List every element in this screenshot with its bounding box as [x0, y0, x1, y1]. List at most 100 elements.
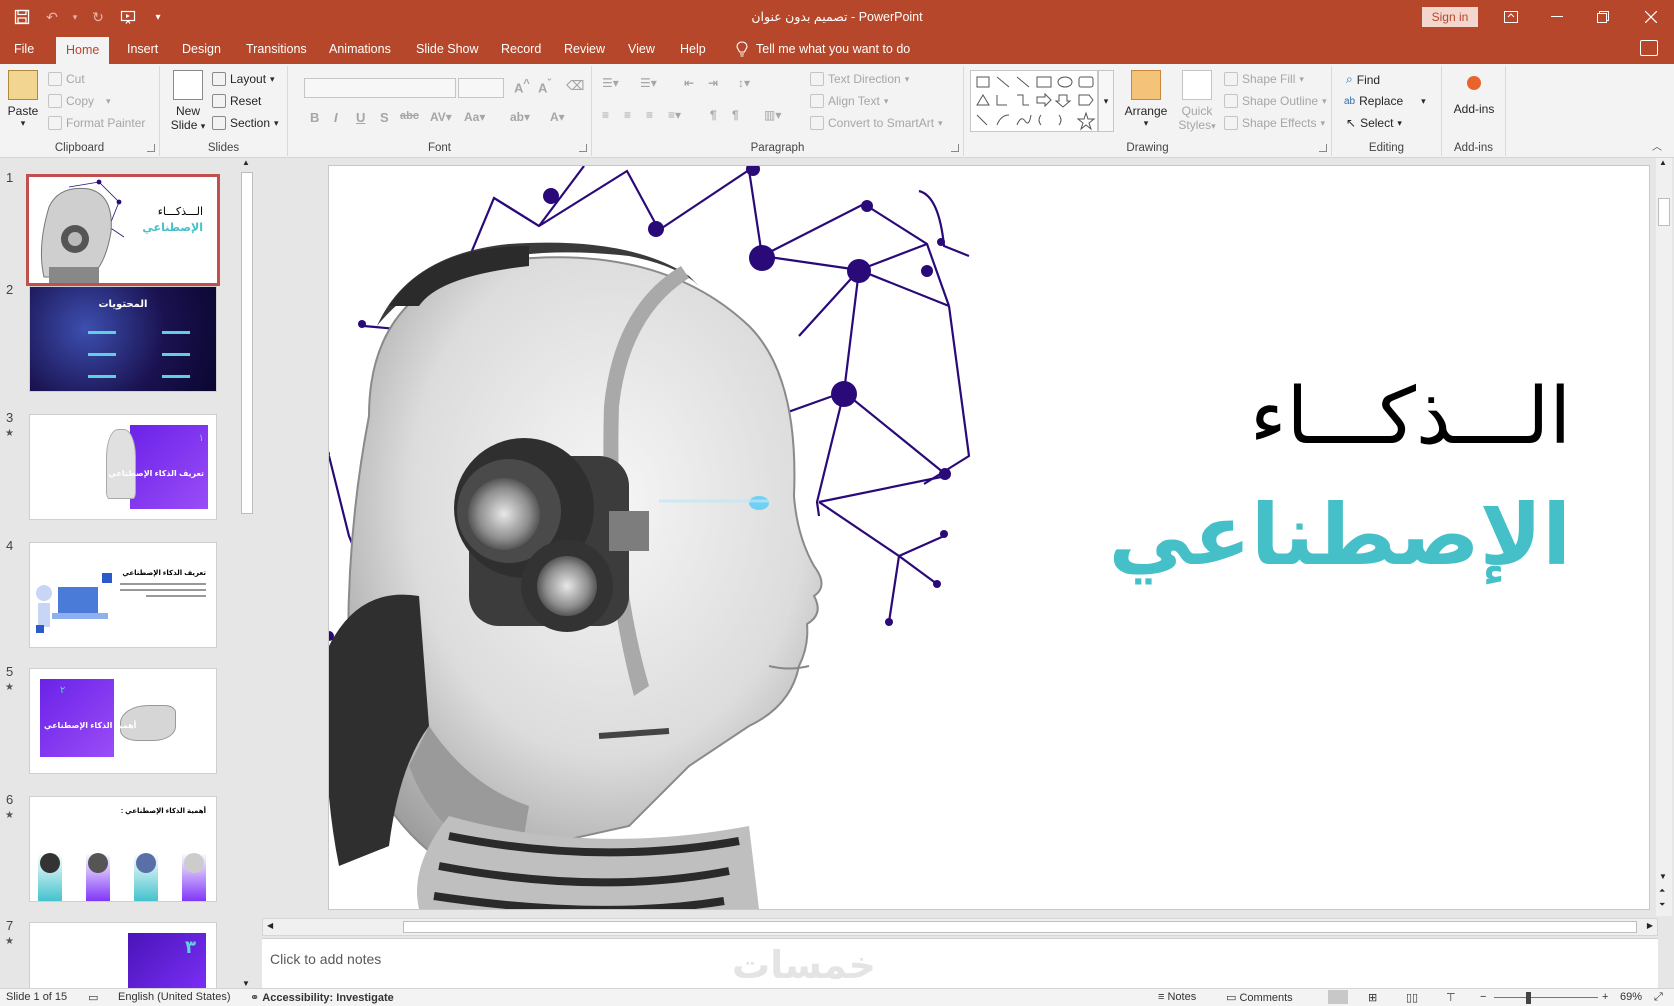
format-painter-button[interactable]: Format Painter [48, 116, 145, 130]
drawing-dialog-launcher[interactable] [1319, 144, 1327, 152]
text-direction-button[interactable]: Text Direction ▾ [810, 72, 909, 86]
slide-thumbnail-7[interactable]: ٣ [29, 922, 217, 988]
font-name-combo[interactable] [304, 78, 456, 98]
slide-horizontal-scrollbar[interactable]: ◀ ▶ [262, 918, 1658, 936]
slide-thumbnail-5[interactable]: ٢ أهمية الذكاء الإصطناعي [29, 668, 217, 774]
tab-home[interactable]: Home [56, 37, 110, 64]
tell-me-search[interactable]: Tell me what you want to do [736, 34, 910, 64]
tab-view[interactable]: View [618, 34, 665, 64]
addins-button[interactable]: Add-ins [1446, 72, 1502, 116]
comments-icon[interactable] [1640, 40, 1658, 56]
numbering-icon[interactable]: ☰▾ [640, 76, 657, 90]
shape-effects-button[interactable]: Shape Effects ▾ [1224, 116, 1325, 130]
zoom-slider[interactable] [1494, 997, 1598, 998]
slide-vertical-scrollbar[interactable]: ▲ ▼ ⏶ ⏷ [1656, 158, 1672, 916]
paste-button[interactable]: Paste ▾ [6, 70, 40, 129]
accessibility-status[interactable]: ⚭ Accessibility: Investigate [250, 991, 394, 1004]
shape-outline-button[interactable]: Shape Outline ▾ [1224, 94, 1327, 108]
restore-icon[interactable] [1580, 0, 1626, 34]
thumbnail-scroll-thumb[interactable] [241, 172, 253, 514]
line-spacing-icon[interactable]: ↕▾ [738, 76, 750, 90]
shape-fill-button[interactable]: Shape Fill ▾ [1224, 72, 1304, 86]
paragraph-dialog-launcher[interactable] [951, 144, 959, 152]
align-right-icon[interactable]: ≡ [646, 108, 653, 122]
clipboard-dialog-launcher[interactable] [147, 144, 155, 152]
font-color-icon[interactable]: A▾ [550, 110, 565, 124]
slide-scroll-thumb[interactable] [1658, 198, 1670, 226]
tab-insert[interactable]: Insert [117, 34, 168, 64]
language-indicator[interactable]: English (United States) [118, 991, 231, 1003]
notes-pane[interactable]: Click to add notes خمسات [262, 938, 1658, 988]
scroll-up-arrow-icon[interactable]: ▲ [242, 158, 250, 167]
character-spacing-icon[interactable]: AV▾ [430, 110, 452, 124]
increase-font-icon[interactable]: A^ [514, 78, 530, 95]
spell-check-icon[interactable]: ▭ [88, 991, 98, 1004]
font-dialog-launcher[interactable] [579, 144, 587, 152]
tab-design[interactable]: Design [172, 34, 231, 64]
scroll-left-arrow-icon[interactable]: ◀ [267, 921, 273, 930]
close-icon[interactable] [1628, 0, 1674, 34]
scroll-up-arrow-icon[interactable]: ▲ [1659, 158, 1667, 167]
cut-button[interactable]: Cut [48, 72, 85, 86]
align-text-button[interactable]: Align Text ▾ [810, 94, 888, 108]
shapes-gallery[interactable] [970, 70, 1098, 132]
change-case-icon[interactable]: Aa▾ [464, 110, 485, 124]
scroll-down-arrow-icon[interactable]: ▼ [242, 979, 250, 988]
zoom-in-icon[interactable]: + [1602, 991, 1608, 1003]
thumbnail-scrollbar[interactable]: ▲ ▼ [240, 158, 254, 988]
slide-title-line-2[interactable]: الإصطناعي [1108, 486, 1571, 584]
italic-icon[interactable]: I [334, 110, 338, 125]
columns-icon[interactable]: ▥▾ [764, 108, 781, 122]
increase-indent-icon[interactable]: ⇥ [708, 76, 718, 90]
tab-transitions[interactable]: Transitions [236, 34, 317, 64]
ltr-icon[interactable]: ¶ [710, 108, 717, 122]
slide-thumbnail-1[interactable]: الـــذكـــاء الإصطناعي [26, 174, 220, 286]
notes-toggle-button[interactable]: ≡ Notes [1158, 991, 1196, 1003]
justify-icon[interactable]: ≡▾ [668, 108, 681, 122]
slide-sorter-icon[interactable]: ⊞ [1368, 991, 1377, 1004]
decrease-font-icon[interactable]: Aˇ [538, 78, 551, 95]
find-button[interactable]: ⌕ Find [1346, 72, 1380, 87]
tab-help[interactable]: Help [670, 34, 716, 64]
ribbon-display-options-icon[interactable] [1488, 0, 1534, 34]
collapse-ribbon-icon[interactable]: ︿ [1652, 138, 1662, 153]
zoom-level[interactable]: 69% [1620, 991, 1642, 1003]
minimize-icon[interactable] [1534, 0, 1580, 34]
horizontal-scroll-thumb[interactable] [403, 921, 1637, 933]
decrease-indent-icon[interactable]: ⇤ [684, 76, 694, 90]
select-button[interactable]: ↖ Select ▾ [1346, 116, 1402, 130]
shapes-gallery-more[interactable]: ▾ [1098, 70, 1114, 132]
convert-smartart-button[interactable]: Convert to SmartArt ▾ [810, 116, 943, 130]
rtl-icon[interactable]: ¶ [732, 108, 739, 122]
font-size-combo[interactable] [458, 78, 504, 98]
slide-show-icon[interactable]: ⊤ [1446, 991, 1456, 1004]
highlight-icon[interactable]: ab▾ [510, 110, 530, 124]
reset-button[interactable]: Reset [212, 94, 261, 108]
next-slide-icon[interactable]: ⏷ [1659, 900, 1665, 910]
tab-record[interactable]: Record [491, 34, 551, 64]
comments-toggle-button[interactable]: ▭ Comments [1226, 991, 1293, 1004]
layout-button[interactable]: Layout ▾ [212, 72, 275, 86]
slide-thumbnail-2[interactable]: المحتويات [29, 286, 217, 392]
tab-animations[interactable]: Animations [319, 34, 401, 64]
copy-button[interactable]: Copy ▾ [48, 94, 111, 108]
tab-file[interactable]: File [4, 34, 44, 64]
slide-title-line-1[interactable]: الـــذكـــاء [1250, 372, 1571, 462]
new-slide-button[interactable]: New Slide ▾ [168, 70, 208, 132]
tab-review[interactable]: Review [554, 34, 615, 64]
align-left-icon[interactable]: ≡ [602, 108, 609, 122]
align-center-icon[interactable]: ≡ [624, 108, 631, 122]
tab-slide-show[interactable]: Slide Show [406, 34, 489, 64]
scroll-down-arrow-icon[interactable]: ▼ [1659, 872, 1667, 881]
arrange-button[interactable]: Arrange ▾ [1120, 70, 1172, 129]
scroll-right-arrow-icon[interactable]: ▶ [1647, 921, 1653, 930]
slide-thumbnail-3[interactable]: ١ تعريف الذكاء الإصطناعي [29, 414, 217, 520]
shadow-icon[interactable]: S [380, 110, 389, 125]
reading-view-icon[interactable]: ▯▯ [1406, 991, 1418, 1004]
normal-view-icon[interactable] [1328, 990, 1348, 1004]
clear-formatting-icon[interactable]: ⌫ [566, 78, 584, 94]
zoom-slider-handle[interactable] [1526, 992, 1531, 1004]
bullets-icon[interactable]: ☰▾ [602, 76, 619, 90]
underline-icon[interactable]: U [356, 110, 365, 125]
slide-thumbnail-6[interactable]: أهمية الذكاء الإصطناعي : [29, 796, 217, 902]
